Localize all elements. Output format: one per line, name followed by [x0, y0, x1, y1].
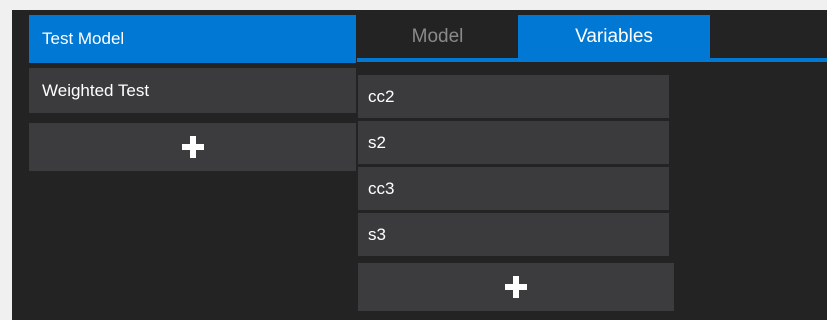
variable-item-s3[interactable]: s3	[358, 213, 669, 256]
tab-model[interactable]: Model	[357, 15, 518, 58]
model-item-label: Test Model	[42, 29, 125, 48]
variable-label: cc3	[368, 178, 395, 198]
variable-label: cc2	[368, 86, 395, 106]
tab-label: Variables	[575, 25, 653, 47]
variable-item-s2[interactable]: s2	[358, 121, 669, 164]
app-window: Test Model Weighted Test Model Variables…	[12, 10, 827, 320]
add-model-button[interactable]	[29, 123, 356, 171]
model-item-weighted-test[interactable]: Weighted Test	[29, 68, 356, 113]
tab-underline	[357, 58, 827, 62]
model-item-label: Weighted Test	[42, 80, 150, 100]
tab-variables[interactable]: Variables	[518, 15, 710, 58]
tab-label: Model	[411, 25, 464, 47]
variable-item-cc3[interactable]: cc3	[358, 167, 669, 210]
plus-icon	[181, 136, 204, 158]
variable-label: s2	[368, 132, 386, 152]
variable-item-cc2[interactable]: cc2	[358, 75, 669, 118]
add-variable-button[interactable]	[358, 263, 674, 311]
model-item-test-model[interactable]: Test Model	[29, 15, 356, 63]
variable-label: s3	[368, 224, 386, 244]
plus-icon	[505, 276, 527, 298]
